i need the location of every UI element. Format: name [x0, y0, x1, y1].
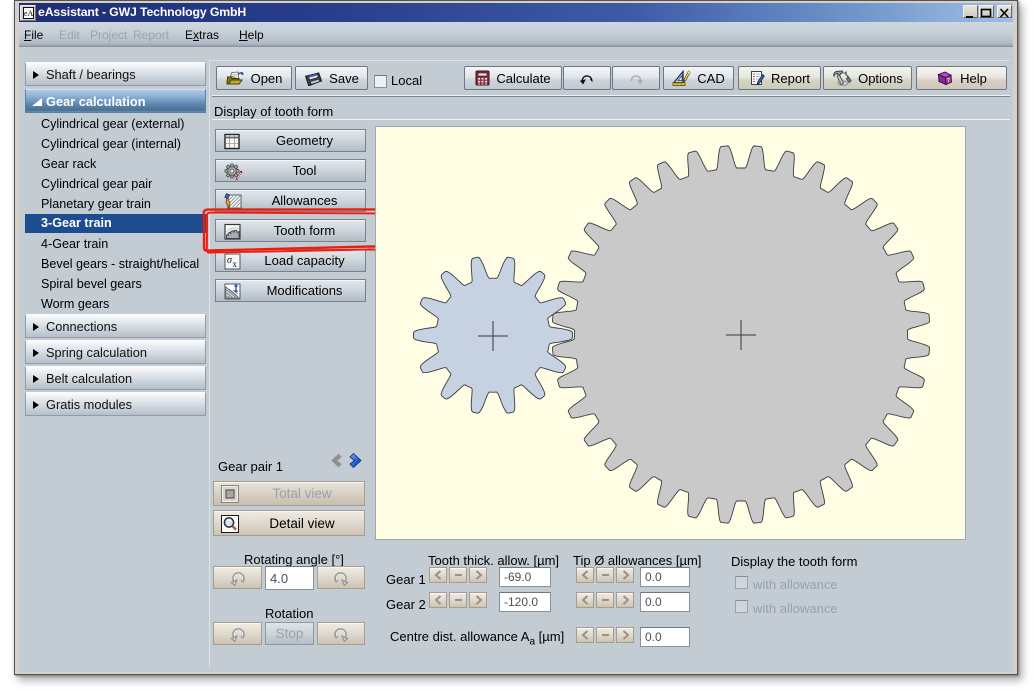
- svg-text:x: x: [233, 259, 238, 269]
